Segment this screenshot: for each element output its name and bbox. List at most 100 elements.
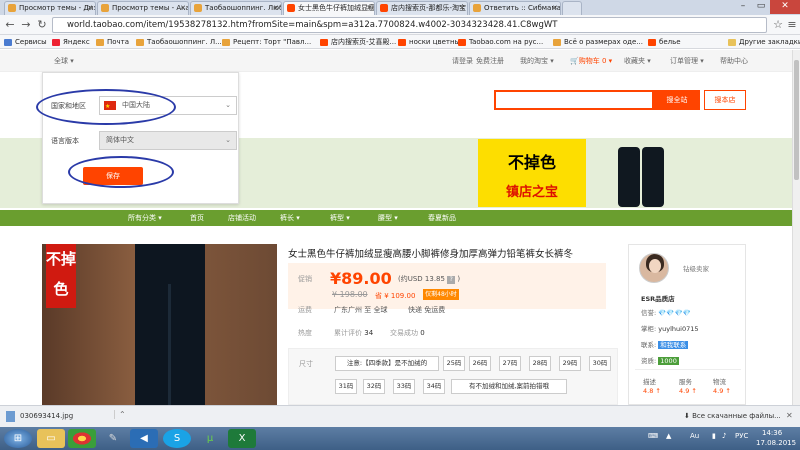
- login-link[interactable]: 请登录: [452, 56, 473, 66]
- bookmark-item[interactable]: Таобаошоппинг. Л...: [136, 37, 222, 48]
- browser-tab[interactable]: Таобаошоппинг. Любы ✕: [190, 1, 282, 15]
- start-icon[interactable]: ⊞: [4, 429, 32, 448]
- forward-icon[interactable]: →: [18, 17, 34, 33]
- size-option[interactable]: 27码: [499, 356, 521, 371]
- keeper-link[interactable]: yuylhui0715: [658, 325, 698, 333]
- volume-icon[interactable]: ♪: [722, 432, 726, 440]
- network-icon[interactable]: ▮: [712, 432, 716, 440]
- search-all-button[interactable]: 搜全站: [654, 90, 700, 110]
- shop-nav-item[interactable]: 裤型 ▾: [330, 213, 350, 223]
- other-bookmarks[interactable]: Другие закладки: [728, 37, 800, 48]
- minimize-icon[interactable]: –: [734, 0, 752, 14]
- bookmark-favicon-icon: [96, 39, 104, 46]
- shipping-from[interactable]: 广东广州 至 全球: [334, 305, 387, 315]
- region-switch[interactable]: 全球 ▾: [54, 56, 74, 66]
- bookmark-item[interactable]: Почта: [96, 37, 129, 48]
- language-select[interactable]: 简体中文 ⌄: [99, 131, 237, 150]
- bookmark-item[interactable]: Яндекс: [52, 37, 90, 48]
- all-downloads-link[interactable]: ⬇ Все скачанные файлы...: [684, 412, 781, 420]
- tray-arrow-icon[interactable]: ▲: [666, 432, 671, 440]
- size-option[interactable]: 31码: [335, 379, 357, 394]
- excel-icon[interactable]: X: [228, 429, 256, 448]
- bookmark-favicon-icon: [553, 39, 561, 46]
- favorites-link[interactable]: 收藏夹 ▾: [624, 56, 651, 66]
- register-link[interactable]: 免费注册: [476, 56, 504, 66]
- cart-link[interactable]: 🛒购物车 0 ▾: [570, 56, 612, 66]
- shop-nav-item[interactable]: 腰型 ▾: [378, 213, 398, 223]
- clock-date[interactable]: 17.08.2015: [756, 439, 796, 447]
- search-input[interactable]: [494, 90, 654, 110]
- reload-icon[interactable]: ↻: [34, 17, 50, 33]
- close-tab-icon[interactable]: ✕: [459, 2, 465, 14]
- browser-tab[interactable]: Просмотр темы - Акади✕: [97, 1, 189, 15]
- bookmark-favicon-icon: [136, 39, 144, 46]
- bookmark-item[interactable]: Taobao.com на рус...: [458, 37, 543, 48]
- help-link[interactable]: 帮助中心: [720, 56, 748, 66]
- bookmark-item[interactable]: Всё о размерах оде...: [553, 37, 643, 48]
- shop-nav-item[interactable]: 所有分类 ▾: [128, 213, 162, 223]
- chrome-icon[interactable]: [68, 429, 96, 448]
- paint-icon[interactable]: ✎: [99, 429, 127, 448]
- language-indicator[interactable]: РУС: [735, 432, 748, 440]
- search-shop-button[interactable]: 搜本店: [704, 90, 746, 110]
- browser-tab[interactable]: Ответить :: Сибмама - о✕: [469, 1, 561, 15]
- close-tab-icon[interactable]: ✕: [552, 2, 558, 14]
- maximize-icon[interactable]: ▭: [752, 0, 770, 14]
- my-taobao-link[interactable]: 我的淘宝 ▾: [520, 56, 554, 66]
- size-option[interactable]: 注意:【四季款】是不加绒的: [335, 356, 439, 371]
- scrollbar-thumb[interactable]: [794, 60, 799, 180]
- tray-app-icon[interactable]: Au: [690, 432, 699, 440]
- shop-nav: 所有分类 ▾ 首页 店铺活动 裤长 ▾ 裤型 ▾ 腰型 ▾ 春夏新品: [0, 210, 792, 226]
- browser-tab[interactable]: Просмотр темы - Дизай✕: [4, 1, 96, 15]
- avatar[interactable]: [639, 253, 669, 283]
- keyboard-icon[interactable]: ⌨: [648, 432, 658, 440]
- size-option[interactable]: 25码: [443, 356, 465, 371]
- size-option[interactable]: 30码: [589, 356, 611, 371]
- product-image[interactable]: 不掉色: [42, 244, 277, 405]
- bookmark-item[interactable]: 店内搜索页-艾喜殿...: [320, 37, 396, 48]
- help-icon[interactable]: ?: [447, 276, 456, 284]
- bookmark-item[interactable]: Сервисы: [4, 37, 47, 48]
- size-option[interactable]: 有不加绒和加绒,案前拍错哦: [451, 379, 567, 394]
- browser-tab[interactable]: 店内搜索页-那都乐-淘宝 ✕: [376, 1, 468, 15]
- contact-button[interactable]: 和我联系: [658, 341, 689, 349]
- size-option[interactable]: 26码: [469, 356, 491, 371]
- browser-tab-active[interactable]: 女士黑色牛仔裤加绒显瘦 ✕: [283, 1, 375, 15]
- address-bar[interactable]: world.taobao.com/item/19538278132.htm?fr…: [52, 17, 767, 33]
- close-tab-icon[interactable]: ✕: [87, 2, 93, 14]
- size-option[interactable]: 29码: [559, 356, 581, 371]
- clock-time[interactable]: 14:36: [762, 429, 782, 437]
- chevron-up-icon[interactable]: ⌃: [114, 410, 126, 419]
- size-option[interactable]: 28码: [529, 356, 551, 371]
- back-icon[interactable]: ←: [2, 17, 18, 33]
- utorrent-icon[interactable]: µ: [196, 429, 224, 448]
- download-file[interactable]: 030693414.jpg: [20, 412, 73, 420]
- folder-icon[interactable]: ▭: [37, 429, 65, 448]
- site-top-nav: 全球 ▾ 请登录 免费注册 我的淘宝 ▾ 🛒购物车 0 ▾ 收藏夹 ▾ 订单管理…: [0, 50, 792, 72]
- tab-favicon-icon: [194, 4, 202, 12]
- close-icon[interactable]: ✕: [786, 411, 793, 420]
- shop-nav-item[interactable]: 首页: [190, 213, 204, 223]
- shop-nav-item[interactable]: 春夏新品: [428, 213, 456, 223]
- close-tab-icon[interactable]: ✕: [366, 2, 372, 14]
- new-tab-button[interactable]: [562, 1, 582, 15]
- bookmark-item[interactable]: носки цветные: [398, 37, 464, 48]
- bookmark-item[interactable]: Рецепт: Торт "Павл...: [222, 37, 311, 48]
- reviews-label[interactable]: 累计评价 34: [334, 328, 373, 338]
- menu-icon[interactable]: ≡: [784, 17, 800, 33]
- qualification-badge: 1000: [658, 357, 679, 365]
- close-tab-icon[interactable]: ✕: [180, 2, 186, 14]
- shop-nav-item[interactable]: 裤长 ▾: [280, 213, 300, 223]
- size-option[interactable]: 32码: [363, 379, 385, 394]
- bookmark-item[interactable]: белье: [648, 37, 681, 48]
- shop-nav-item[interactable]: 店铺活动: [228, 213, 256, 223]
- orders-link[interactable]: 订单管理 ▾: [670, 56, 704, 66]
- size-option[interactable]: 34码: [423, 379, 445, 394]
- scrollbar[interactable]: [792, 50, 800, 405]
- skype-icon[interactable]: S: [163, 429, 191, 448]
- size-option[interactable]: 33码: [393, 379, 415, 394]
- shop-name[interactable]: ESR品质店: [641, 293, 675, 303]
- media-icon[interactable]: ◀: [130, 429, 158, 448]
- close-window-icon[interactable]: ✕: [770, 0, 800, 14]
- close-tab-icon[interactable]: ✕: [273, 2, 279, 14]
